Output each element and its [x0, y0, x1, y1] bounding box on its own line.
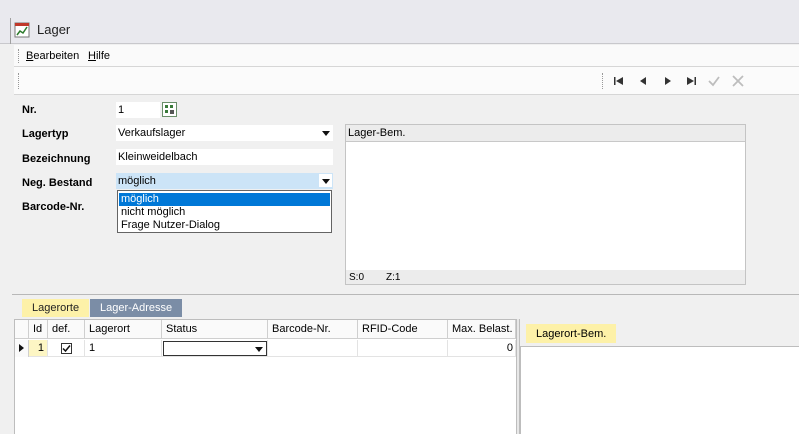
previous-record-icon[interactable]	[635, 73, 651, 89]
tab-lagerort-bem[interactable]: Lagerort-Bem.	[526, 324, 617, 343]
cancel-x-icon[interactable]	[730, 73, 746, 89]
tab-lagerorte[interactable]: Lagerorte	[22, 299, 90, 317]
neg-bestand-dropdown-list: möglich nicht möglich Frage Nutzer-Dialo…	[117, 190, 332, 233]
neg-bestand-label: Neg. Bestand	[22, 177, 93, 189]
dropdown-option-frage-nutzer-dialog[interactable]: Frage Nutzer-Dialog	[119, 219, 330, 232]
bezeichnung-field[interactable]: Kleinweidelbach	[116, 149, 333, 165]
tab-lager-adresse[interactable]: Lager-Adresse	[90, 299, 183, 317]
column-header-status[interactable]: Status	[162, 320, 268, 339]
save-check-icon[interactable]	[706, 73, 722, 89]
chevron-down-icon[interactable]	[319, 174, 332, 187]
title-bar: Lager	[0, 0, 799, 44]
window-title: Lager	[37, 22, 71, 37]
cell-rfid[interactable]	[358, 340, 448, 357]
menu-bearbeiten[interactable]: Bearbeiten	[26, 50, 79, 62]
cell-status[interactable]	[162, 340, 268, 357]
warehouse-app-icon	[14, 22, 30, 38]
memo-header: Lager-Bem.	[346, 125, 745, 142]
column-header-def[interactable]: def.	[48, 320, 85, 339]
memo-status-bar: S:0 Z:1	[346, 270, 745, 284]
column-header-lagerort[interactable]: Lagerort	[85, 320, 162, 339]
nr-label: Nr.	[22, 104, 37, 116]
chevron-down-icon[interactable]	[319, 126, 332, 139]
next-record-icon[interactable]	[660, 73, 676, 89]
tab-strip: Lagerorte Lager-Adresse	[12, 294, 799, 318]
number-picker-icon[interactable]	[162, 102, 177, 117]
grid-corner	[15, 320, 29, 339]
first-record-icon[interactable]	[611, 73, 627, 89]
chevron-down-icon[interactable]	[252, 342, 265, 355]
cell-def[interactable]	[48, 340, 85, 357]
dropdown-option-moeglich[interactable]: möglich	[118, 192, 331, 207]
menu-hilfe[interactable]: Hilfe	[88, 50, 110, 62]
lagertyp-value: Verkaufslager	[118, 127, 186, 139]
dropdown-option-nicht-moeglich[interactable]: nicht möglich	[119, 206, 330, 219]
lagerorte-grid: Id def. Lagerort Status Barcode-Nr. RFID…	[14, 319, 516, 434]
lagerort-bem-memo[interactable]	[520, 346, 799, 434]
column-header-max-belast[interactable]: Max. Belast. [	[448, 320, 516, 339]
memo-status-s: S:0	[349, 272, 365, 283]
cell-barcode[interactable]	[268, 340, 358, 357]
checkbox-checked-icon[interactable]	[61, 343, 72, 354]
row-indicator-icon	[15, 340, 29, 357]
barcode-label: Barcode-Nr.	[22, 201, 85, 213]
bezeichnung-label: Bezeichnung	[22, 153, 91, 165]
menu-bar: Bearbeiten Hilfe	[14, 45, 799, 67]
nr-field[interactable]: 1	[116, 102, 160, 118]
memo-status-z: Z:1	[386, 272, 401, 283]
column-header-id[interactable]: Id	[29, 320, 48, 339]
cell-max-belast[interactable]: 0	[448, 340, 516, 357]
lagertyp-combo[interactable]: Verkaufslager	[116, 125, 333, 141]
neg-bestand-combo[interactable]: möglich	[116, 173, 333, 189]
toolbar	[14, 67, 799, 95]
lagertyp-label: Lagertyp	[22, 128, 69, 140]
lager-bem-memo[interactable]: Lager-Bem. S:0 Z:1	[345, 124, 746, 285]
neg-bestand-value: möglich	[118, 175, 156, 187]
cell-id[interactable]: 1	[29, 340, 48, 357]
last-record-icon[interactable]	[683, 73, 699, 89]
column-header-rfid[interactable]: RFID-Code	[358, 320, 448, 339]
cell-lagerort[interactable]: 1	[85, 340, 162, 357]
status-combo[interactable]	[163, 341, 267, 356]
column-header-barcode[interactable]: Barcode-Nr.	[268, 320, 358, 339]
lagerort-bem-panel: Lagerort-Bem.	[520, 319, 799, 434]
